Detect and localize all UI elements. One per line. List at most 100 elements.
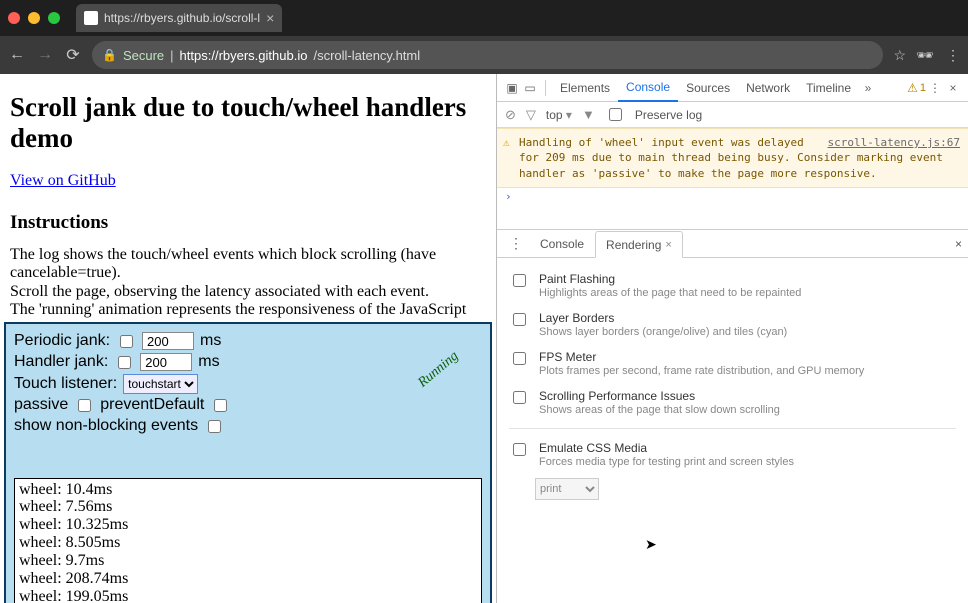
browser-toolbar: ← → ⟳ 🔒 Secure | https://rbyers.github.i… — [0, 36, 968, 74]
touch-listener-select[interactable]: touchstart — [123, 374, 198, 394]
warning-count[interactable]: 1 — [907, 81, 926, 95]
demo-panel: Running Periodic jank: ms Handler jank: … — [4, 322, 492, 603]
reload-button[interactable]: ⟳ — [64, 45, 82, 65]
instructions-para-1: The log shows the touch/wheel events whi… — [10, 246, 486, 283]
instructions-para-3: The 'running' animation represents the r… — [10, 301, 486, 319]
filter-icon[interactable]: ▽ — [526, 107, 536, 123]
periodic-jank-label: Periodic jank: — [14, 332, 110, 350]
menu-icon[interactable]: ⋮ — [946, 47, 960, 64]
paint-flashing-title: Paint Flashing — [539, 272, 615, 286]
drawer-tab-rendering[interactable]: Rendering × — [595, 231, 683, 258]
devtools-menu-icon[interactable]: ⋮ — [926, 81, 944, 95]
log-line: wheel: 208.74ms — [19, 570, 477, 588]
fps-meter-title: FPS Meter — [539, 350, 596, 364]
window-controls — [8, 12, 60, 24]
show-nonblocking-checkbox[interactable] — [208, 420, 221, 433]
context-selector[interactable]: top — [546, 108, 572, 122]
show-nonblocking-label: show non-blocking events — [14, 417, 198, 435]
close-drawer-tab-icon[interactable]: × — [665, 239, 671, 251]
emulate-css-media-title: Emulate CSS Media — [539, 441, 647, 455]
tab-elements[interactable]: Elements — [552, 74, 618, 102]
tab-console[interactable]: Console — [618, 74, 678, 102]
scroll-perf-sub: Shows areas of the page that slow down s… — [539, 404, 780, 416]
passive-label: passive — [14, 396, 68, 414]
favicon-icon — [84, 11, 98, 25]
devtools-tabbar: ▣ ▭ Elements Console Sources Network Tim… — [497, 74, 968, 102]
lock-icon: 🔒 — [102, 48, 117, 62]
address-bar[interactable]: 🔒 Secure | https://rbyers.github.io/scro… — [92, 41, 883, 69]
passive-checkbox[interactable] — [78, 399, 91, 412]
tab-timeline[interactable]: Timeline — [798, 74, 859, 102]
event-log[interactable]: wheel: 10.4ms wheel: 7.56ms wheel: 10.32… — [14, 478, 482, 603]
tab-network[interactable]: Network — [738, 74, 798, 102]
device-toggle-icon[interactable]: ▭ — [521, 81, 539, 95]
warning-source[interactable]: scroll-latency.js:67 — [828, 135, 960, 150]
log-line: wheel: 9.7ms — [19, 552, 477, 570]
preserve-log-label: Preserve log — [635, 108, 702, 122]
drawer-close-icon[interactable]: × — [955, 237, 962, 251]
browser-tab[interactable]: https://rbyers.github.io/scroll-l × — [76, 4, 282, 32]
instructions-heading: Instructions — [10, 212, 486, 234]
minimize-window-icon[interactable] — [28, 12, 40, 24]
scroll-perf-checkbox[interactable] — [513, 391, 526, 404]
page-viewport[interactable]: Scroll jank due to touch/wheel handlers … — [0, 74, 497, 603]
console-output: scroll-latency.js:67 Handling of 'wheel'… — [497, 128, 968, 205]
instructions-para-2: Scroll the page, observing the latency a… — [10, 283, 486, 301]
inspect-icon[interactable]: ▣ — [503, 81, 521, 95]
tab-sources[interactable]: Sources — [678, 74, 738, 102]
maximize-window-icon[interactable] — [48, 12, 60, 24]
console-prompt[interactable]: › — [497, 188, 968, 205]
fps-meter-checkbox[interactable] — [513, 352, 526, 365]
prevent-default-label: preventDefault — [100, 396, 204, 414]
tab-title: https://rbyers.github.io/scroll-l — [104, 11, 260, 25]
close-window-icon[interactable] — [8, 12, 20, 24]
star-icon[interactable]: ☆ — [893, 47, 906, 64]
devtools-close-icon[interactable]: × — [944, 81, 962, 95]
emulate-css-media-sub: Forces media type for testing print and … — [539, 456, 794, 468]
paint-flashing-checkbox[interactable] — [513, 274, 526, 287]
paint-flashing-sub: Highlights areas of the page that need t… — [539, 287, 801, 299]
prevent-default-checkbox[interactable] — [214, 399, 227, 412]
log-line: wheel: 199.05ms — [19, 588, 477, 603]
console-warning[interactable]: scroll-latency.js:67 Handling of 'wheel'… — [497, 128, 968, 188]
rendering-panel: Paint Flashing Highlights areas of the p… — [497, 258, 968, 508]
more-tabs-icon[interactable]: » — [859, 81, 877, 95]
periodic-jank-input[interactable] — [142, 332, 194, 350]
devtools-panel: ▣ ▭ Elements Console Sources Network Tim… — [497, 74, 968, 603]
drawer-tab-console[interactable]: Console — [529, 230, 595, 257]
github-link[interactable]: View on GitHub — [10, 172, 116, 189]
back-button[interactable]: ← — [8, 46, 26, 64]
fps-meter-sub: Plots frames per second, frame rate dist… — [539, 365, 864, 377]
drawer-tabbar: ⋮ Console Rendering × × — [497, 230, 968, 258]
page-title: Scroll jank due to touch/wheel handlers … — [10, 92, 486, 154]
incognito-icon: 🕶 — [916, 47, 936, 64]
log-line: wheel: 10.4ms — [19, 481, 477, 499]
css-media-select[interactable]: print — [535, 478, 599, 500]
preserve-log-checkbox[interactable] — [609, 108, 622, 121]
handler-jank-label: Handler jank: — [14, 353, 108, 371]
handler-jank-checkbox[interactable] — [118, 356, 131, 369]
layer-borders-title: Layer Borders — [539, 311, 614, 325]
periodic-jank-unit: ms — [200, 332, 221, 350]
clear-console-icon[interactable]: ⊘ — [505, 107, 516, 123]
titlebar: https://rbyers.github.io/scroll-l × — [0, 0, 968, 36]
handler-jank-input[interactable] — [140, 353, 192, 371]
forward-button: → — [36, 46, 54, 64]
drawer-tab-rendering-label: Rendering — [606, 238, 661, 252]
layer-borders-checkbox[interactable] — [513, 313, 526, 326]
handler-jank-unit: ms — [198, 353, 219, 371]
url-path: /scroll-latency.html — [313, 48, 420, 63]
drawer-menu-icon[interactable]: ⋮ — [503, 235, 529, 252]
level-selector-icon[interactable]: ▼ — [582, 107, 595, 122]
secure-label: Secure — [123, 48, 164, 63]
layer-borders-sub: Shows layer borders (orange/olive) and t… — [539, 326, 787, 338]
periodic-jank-checkbox[interactable] — [120, 335, 133, 348]
close-tab-icon[interactable]: × — [266, 10, 274, 26]
emulate-css-media-checkbox[interactable] — [513, 443, 526, 456]
log-line: wheel: 7.56ms — [19, 498, 477, 516]
devtools-drawer: ⋮ Console Rendering × × Paint Flashing H… — [497, 229, 968, 603]
scroll-perf-title: Scrolling Performance Issues — [539, 389, 695, 403]
touch-listener-label: Touch listener: — [14, 375, 117, 393]
url-host: https://rbyers.github.io — [180, 48, 308, 63]
log-line: wheel: 10.325ms — [19, 516, 477, 534]
